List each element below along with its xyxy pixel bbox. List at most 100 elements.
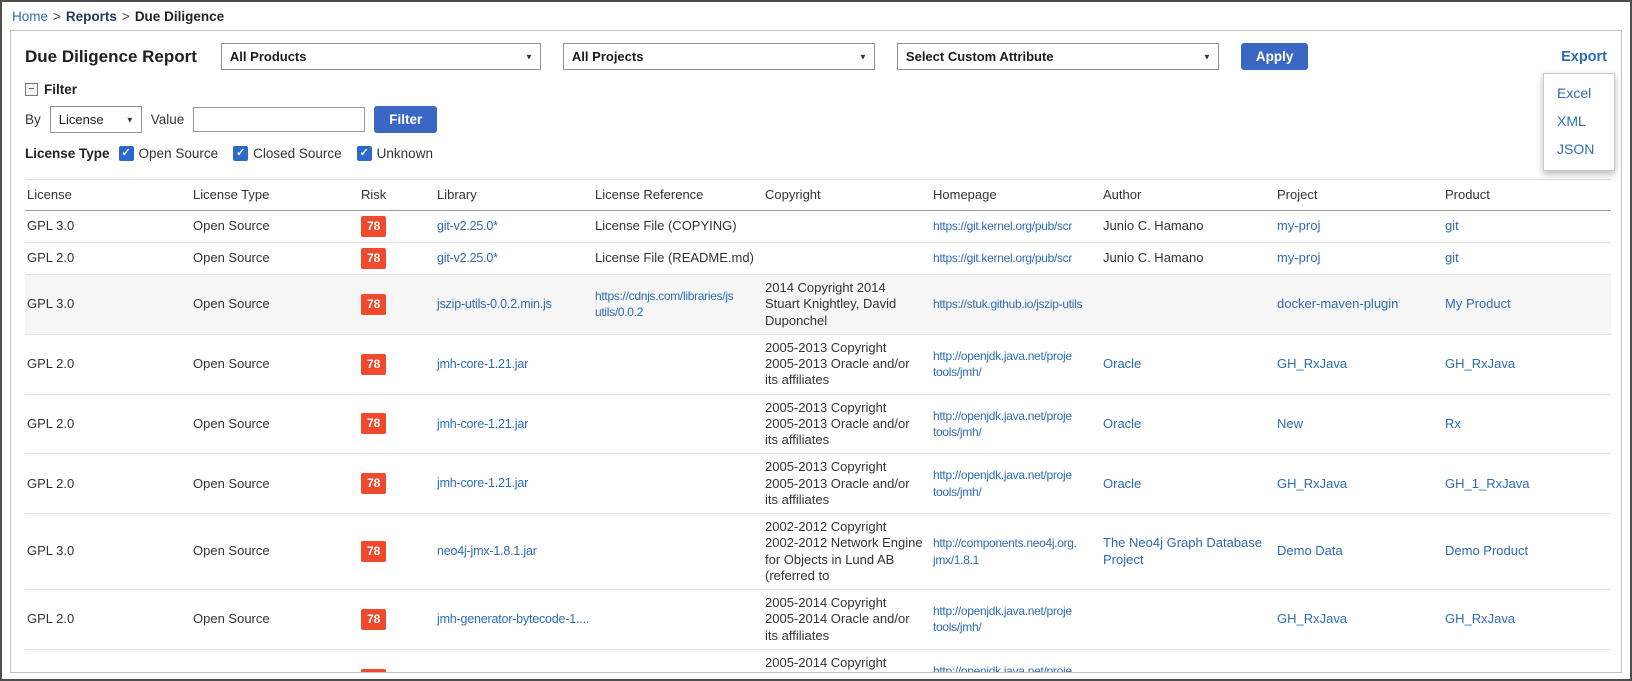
unknown-checkbox-item[interactable]: ✓ Unknown [357,146,433,161]
author-link[interactable]: Oracle [1103,476,1141,491]
table-row: GPL 3.0Open Source78jszip-utils-0.0.2.mi… [25,275,1611,335]
column-header-license[interactable]: License [25,180,191,211]
product-link[interactable]: Rx [1445,671,1461,673]
homepage-link[interactable]: http://openjdk.java.net/proje tools/jmh/ [933,604,1072,634]
license-reference-cell [593,394,763,454]
export-wrap: Export Excel XML JSON [1561,48,1607,66]
export-menu: Excel XML JSON [1543,73,1615,171]
column-header-license-reference[interactable]: License Reference [593,180,763,211]
open-source-checkbox-item[interactable]: ✓ Open Source [119,146,219,161]
library-link[interactable]: jmh-core-1.21.jar [437,476,528,490]
column-header-project[interactable]: Project [1275,180,1443,211]
filter-by-dropdown[interactable]: License ▼ [50,106,142,133]
library-link[interactable]: jmh-core-1.21.jar [437,357,528,371]
homepage-link[interactable]: http://openjdk.java.net/proje tools/jmh/ [933,409,1072,439]
export-link[interactable]: Export [1561,49,1607,65]
column-header-product[interactable]: Product [1443,180,1611,211]
product-link[interactable]: git [1445,218,1459,233]
product-link[interactable]: Rx [1445,416,1461,431]
license-reference-link[interactable]: https://cdnjs.com/libraries/js utils/0.0… [595,289,733,319]
export-xml-option[interactable]: XML [1557,113,1614,129]
column-header-homepage[interactable]: Homepage [931,180,1101,211]
project-link[interactable]: Demo Data [1277,543,1343,558]
unknown-checkbox[interactable]: ✓ [357,146,372,161]
library-link[interactable]: neo4j-jmx-1.8.1.jar [437,544,537,558]
risk-cell: 78 [359,243,435,275]
filter-section-header[interactable]: − Filter [25,80,1607,106]
author-cell [1101,649,1275,673]
closed-source-checkbox[interactable]: ✓ [233,146,248,161]
unknown-checkbox-label: Unknown [377,146,433,161]
homepage-link[interactable]: https://git.kernel.org/pub/scr [933,251,1072,265]
homepage-link[interactable]: https://stuk.github.io/jszip-utils [933,297,1082,311]
library-cell: jmh-core-1.21.jar [435,454,593,514]
author-link[interactable]: Oracle [1103,416,1141,431]
author-link[interactable]: The Neo4j Graph Database Project [1103,535,1262,566]
project-link[interactable]: New [1277,671,1303,673]
export-excel-option[interactable]: Excel [1557,85,1614,101]
apply-button[interactable]: Apply [1241,43,1309,70]
homepage-link[interactable]: http://openjdk.java.net/proje tools/jmh/ [933,468,1072,498]
author-link[interactable]: Oracle [1103,356,1141,371]
library-link[interactable]: jmh-core-1.21.jar [437,417,528,431]
table-row: GPL 2.0Open Source78jmh-generator-byteco… [25,590,1611,650]
author-cell: Oracle [1101,454,1275,514]
library-link[interactable]: git-v2.25.0* [437,219,498,233]
homepage-link[interactable]: http://components.neo4j.org. jmx/1.8.1 [933,536,1077,566]
homepage-link[interactable]: http://openjdk.java.net/proje tools/jmh/ [933,664,1072,673]
risk-badge: 78 [361,609,386,630]
open-source-checkbox[interactable]: ✓ [119,146,134,161]
product-link[interactable]: git [1445,250,1459,265]
product-cell: GH_1_RxJava [1443,454,1611,514]
product-cell: git [1443,243,1611,275]
project-link[interactable]: GH_RxJava [1277,611,1347,626]
homepage-link[interactable]: http://openjdk.java.net/proje tools/jmh/ [933,349,1072,379]
column-header-author[interactable]: Author [1101,180,1275,211]
report-panel: Due Diligence Report All Products ▼ All … [10,30,1622,673]
product-link[interactable]: GH_RxJava [1445,356,1515,371]
library-link[interactable]: jmh-generator-bytecode-1.... [437,612,589,626]
license-reference-cell: https://cdnjs.com/libraries/js utils/0.0… [593,275,763,335]
project-link[interactable]: New [1277,416,1303,431]
copyright-cell: 2005-2013 Copyright 2005-2013 Oracle and… [763,394,931,454]
collapse-icon[interactable]: − [25,83,38,96]
risk-cell: 78 [359,590,435,650]
products-dropdown[interactable]: All Products ▼ [221,43,541,70]
homepage-link[interactable]: https://git.kernel.org/pub/scr [933,219,1072,233]
breadcrumb-home-link[interactable]: Home [12,9,48,24]
library-link[interactable]: jmh-generator-bytecode-1.... [437,672,589,673]
filter-button[interactable]: Filter [374,106,437,133]
column-header-copyright[interactable]: Copyright [763,180,931,211]
column-header-license-type[interactable]: License Type [191,180,359,211]
projects-dropdown[interactable]: All Projects ▼ [563,43,875,70]
project-link[interactable]: GH_RxJava [1277,476,1347,491]
table-row: GPL 3.0Open Source78git-v2.25.0*License … [25,211,1611,243]
custom-attribute-dropdown[interactable]: Select Custom Attribute ▼ [897,43,1219,70]
library-link[interactable]: jszip-utils-0.0.2.min.js [437,297,552,311]
filter-by-dropdown-value: License [59,112,104,127]
homepage-cell: https://git.kernel.org/pub/scr [931,243,1101,275]
product-link[interactable]: GH_1_RxJava [1445,476,1530,491]
library-cell: jszip-utils-0.0.2.min.js [435,275,593,335]
risk-badge: 78 [361,669,386,673]
project-link[interactable]: my-proj [1277,250,1320,265]
column-header-risk[interactable]: Risk [359,180,435,211]
closed-source-checkbox-item[interactable]: ✓ Closed Source [233,146,342,161]
filter-value-input[interactable] [193,107,365,132]
license-type-cell: Open Source [191,243,359,275]
risk-badge: 78 [361,413,386,434]
column-header-library[interactable]: Library [435,180,593,211]
project-link[interactable]: docker-maven-plugin [1277,296,1398,311]
risk-badge: 78 [361,354,386,375]
product-cell: Rx [1443,394,1611,454]
export-json-option[interactable]: JSON [1557,141,1614,157]
project-link[interactable]: my-proj [1277,218,1320,233]
library-link[interactable]: git-v2.25.0* [437,251,498,265]
project-link[interactable]: GH_RxJava [1277,356,1347,371]
breadcrumb-reports-link[interactable]: Reports [66,9,117,24]
product-link[interactable]: GH_RxJava [1445,611,1515,626]
product-link[interactable]: Demo Product [1445,543,1528,558]
copyright-cell: 2005-2013 Copyright 2005-2013 Oracle and… [763,454,931,514]
product-link[interactable]: My Product [1445,296,1511,311]
homepage-cell: http://openjdk.java.net/proje tools/jmh/ [931,590,1101,650]
